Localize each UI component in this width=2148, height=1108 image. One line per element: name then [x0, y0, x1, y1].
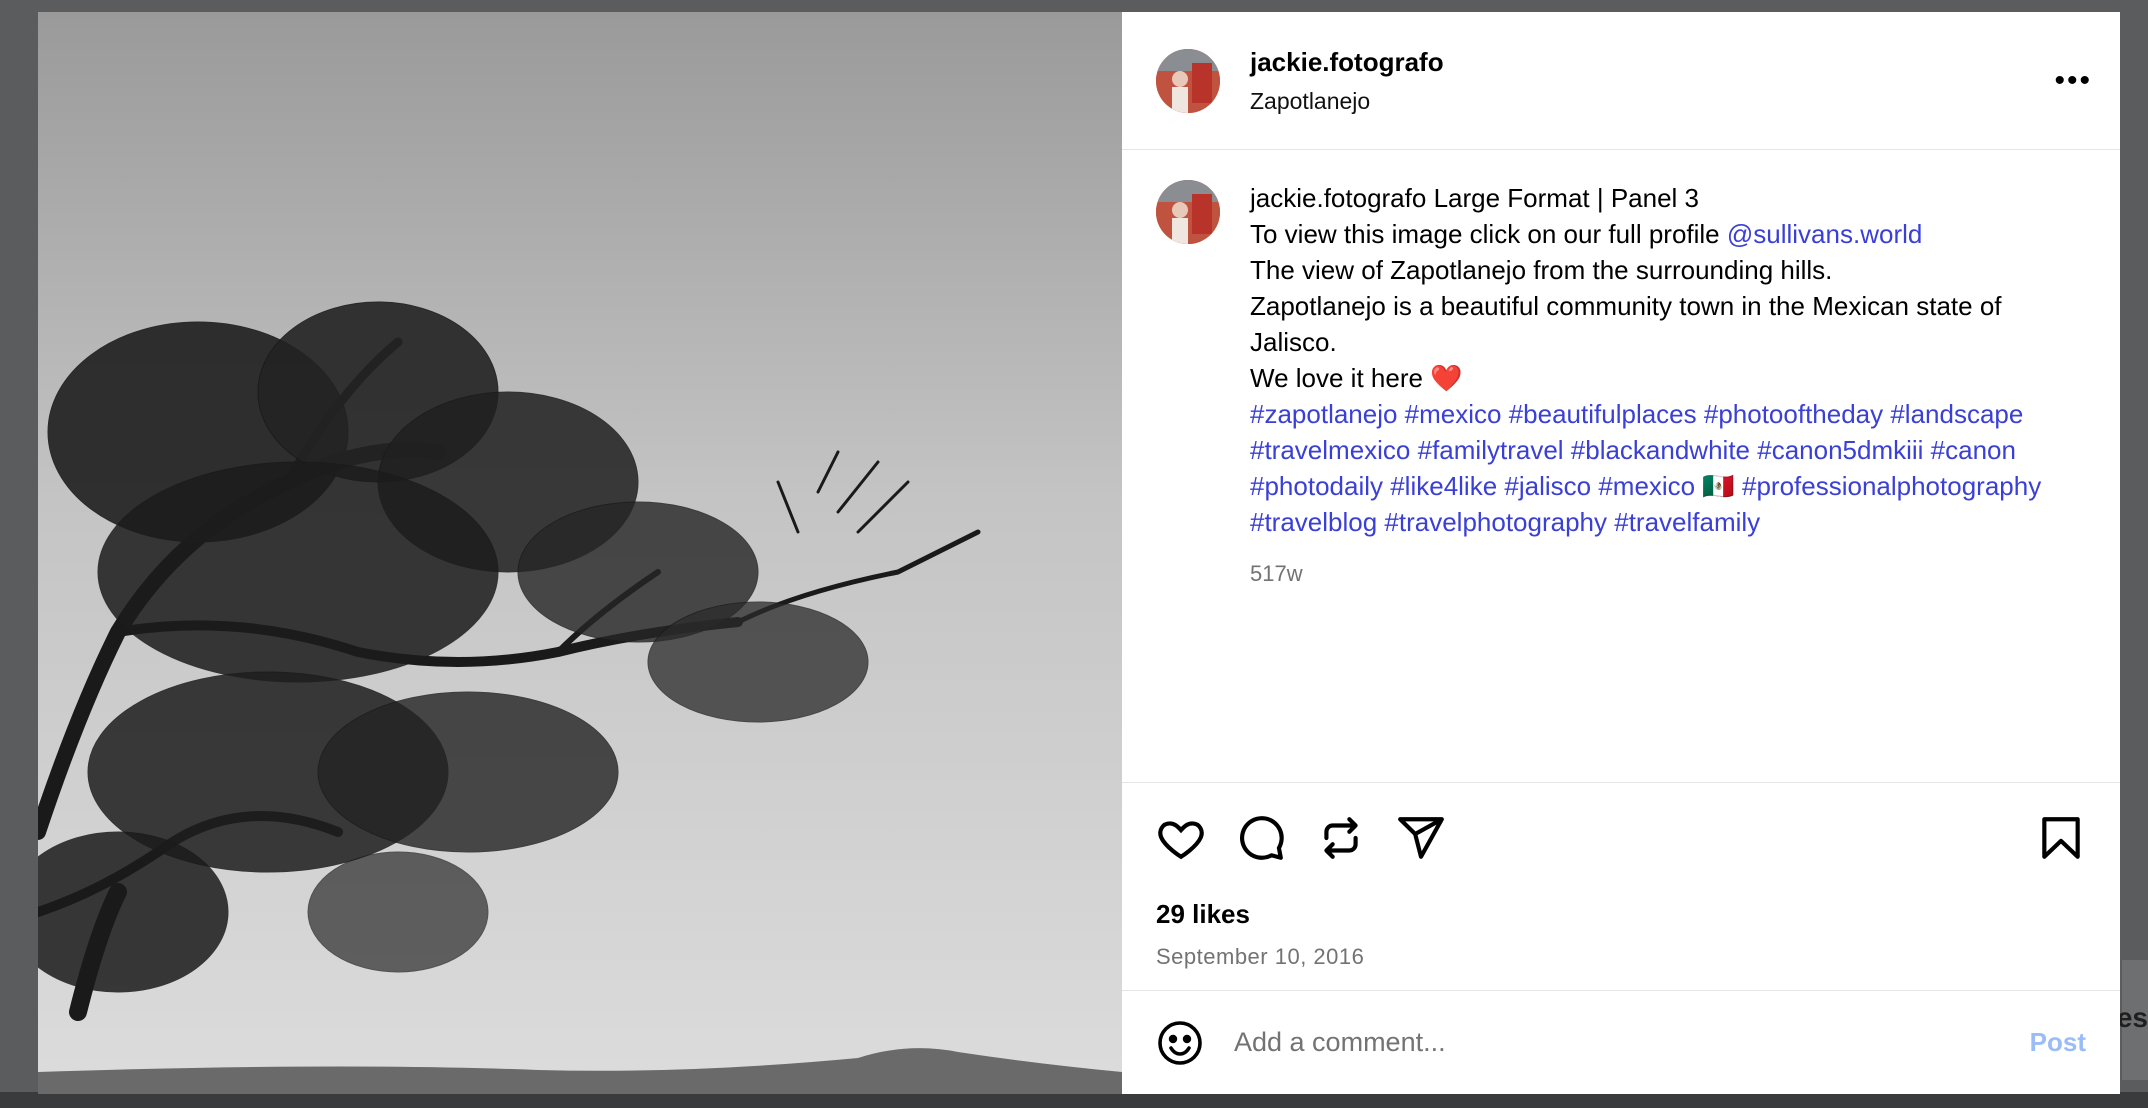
caption-line: Zapotlanejo is a beautiful community tow… — [1250, 291, 2002, 357]
post-username[interactable]: jackie.fotografo — [1250, 47, 2054, 78]
caption-line: To view this image click on our full pro… — [1250, 219, 1720, 249]
post-details-panel: jackie.fotografo Zapotlanejo ••• jackie.… — [1122, 12, 2120, 1094]
post-comment-button[interactable]: Post — [2030, 1027, 2086, 1058]
avatar-photo-icon — [1156, 180, 1220, 244]
mention-link[interactable]: @sullivans.world — [1727, 219, 1922, 249]
caption-area: jackie.fotografo Large Format | Panel 3 … — [1122, 150, 2120, 782]
comment-box: Post — [1122, 990, 2120, 1094]
caption-avatar[interactable] — [1156, 180, 1220, 244]
black-and-white-tree-photo — [38, 12, 1122, 1094]
post-image — [38, 12, 1122, 1094]
post-date[interactable]: September 10, 2016 — [1156, 944, 2086, 970]
backdrop-bottom-strip — [0, 1092, 2148, 1108]
caption-age: 517w — [1250, 561, 1303, 586]
post-header: jackie.fotografo Zapotlanejo ••• — [1122, 12, 2120, 150]
comment-input[interactable] — [1232, 1026, 2030, 1059]
more-options-icon[interactable]: ••• — [2054, 64, 2092, 98]
caption-line: The view of Zapotlanejo from the surroun… — [1250, 255, 1833, 285]
bookmark-icon[interactable] — [2036, 813, 2086, 863]
likes-count[interactable]: 29 likes — [1156, 899, 2086, 930]
caption-title: Large Format | Panel 3 — [1433, 183, 1700, 213]
share-icon[interactable] — [1396, 813, 1446, 863]
avatar-photo-icon — [1156, 48, 1220, 113]
action-bar: 29 likes September 10, 2016 — [1122, 782, 2120, 990]
mexico-flag-emoji: 🇲🇽 — [1702, 471, 1735, 501]
heart-icon[interactable] — [1156, 813, 1206, 863]
repost-icon[interactable] — [1316, 813, 1366, 863]
comment-icon[interactable] — [1236, 813, 1286, 863]
caption-line: We love it here ❤️ — [1250, 363, 1463, 393]
caption-username[interactable]: jackie.fotografo — [1250, 183, 1426, 213]
post-modal: jackie.fotografo Zapotlanejo ••• jackie.… — [38, 12, 2120, 1094]
avatar[interactable] — [1156, 48, 1220, 113]
emoji-icon[interactable] — [1156, 1019, 1204, 1067]
caption-text: jackie.fotografo Large Format | Panel 3 … — [1250, 180, 2060, 782]
post-location[interactable]: Zapotlanejo — [1250, 88, 2054, 115]
backdrop-partial-text: es — [2116, 1002, 2148, 1033]
